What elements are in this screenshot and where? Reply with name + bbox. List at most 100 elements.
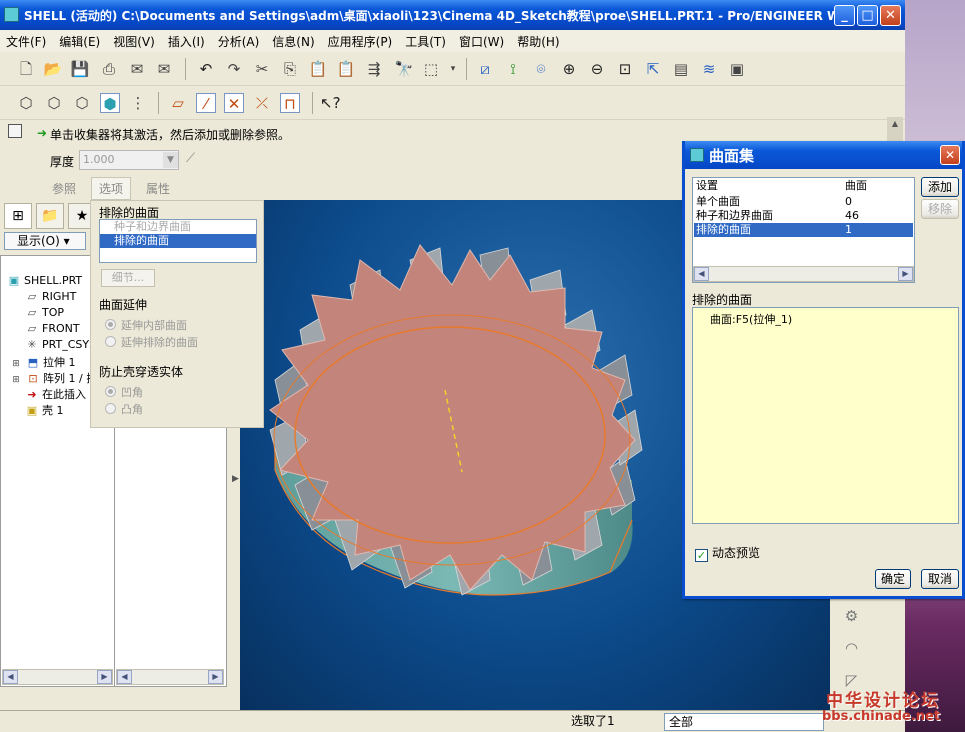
spin-center-icon[interactable]: ⟟ <box>503 59 523 79</box>
zoom-in-icon[interactable]: ⊕ <box>559 59 579 79</box>
dynamic-preview-checkbox[interactable]: ✓ 动态预览 <box>695 544 760 562</box>
scroll-left-icon[interactable]: ◀ <box>3 670 18 684</box>
tree-item-shell[interactable]: ▣ 壳 1 <box>25 402 64 418</box>
selection-filter[interactable]: 全部 <box>664 713 824 731</box>
hidden-line-icon[interactable]: ⬡ <box>44 93 64 113</box>
close-icon[interactable]: ✕ <box>940 145 960 165</box>
select-dropdown-icon[interactable]: ▾ <box>443 59 463 79</box>
tab-options[interactable]: 选项 <box>91 177 132 200</box>
orient-mode-icon[interactable]: ⌾ <box>531 59 551 79</box>
tree-item-csys[interactable]: ✳ PRT_CSYS <box>25 338 96 351</box>
find-icon[interactable]: 🔭 <box>394 59 414 79</box>
list-item[interactable]: 曲面:F5(拉伸_1) <box>710 311 792 327</box>
remove-button[interactable]: 移除 <box>921 199 959 219</box>
table-horizontal-scrollbar[interactable]: ◀ ▶ <box>693 266 914 282</box>
ok-button[interactable]: 确定 <box>875 569 911 589</box>
redo-icon[interactable]: ↷ <box>224 59 244 79</box>
print-icon[interactable]: ⎙ <box>99 59 119 79</box>
view-manager-icon[interactable]: ▣ <box>727 59 747 79</box>
round-icon[interactable]: ◠ <box>830 632 873 664</box>
tree-item-pattern[interactable]: ⊞ ⊡ 阵列 1 / 拉 <box>9 370 97 386</box>
cut-icon[interactable]: ✂ <box>252 59 272 79</box>
model-tree-tab-icon[interactable]: ⊞ <box>4 203 32 229</box>
excluded-surfaces-box[interactable]: 曲面:F5(拉伸_1) <box>692 307 959 524</box>
shading-icon[interactable]: ⬢ <box>100 93 120 113</box>
menu-edit[interactable]: 编辑(E) <box>59 33 100 50</box>
model-tree-icon[interactable]: ⋮ <box>128 93 148 113</box>
scroll-up-icon[interactable]: ▲ <box>887 117 903 131</box>
paste-icon[interactable]: 📋 <box>308 59 328 79</box>
menu-info[interactable]: 信息(N) <box>272 33 314 50</box>
menu-view[interactable]: 视图(V) <box>113 33 155 50</box>
wireframe-icon[interactable]: ⬡ <box>16 93 36 113</box>
select-box-icon[interactable]: ⬚ <box>421 59 441 79</box>
tree-item-part[interactable]: ▣ SHELL.PRT <box>7 274 82 287</box>
list-item-seed-boundary[interactable]: 种子和边界曲面 <box>100 220 256 234</box>
menu-window[interactable]: 窗口(W) <box>459 33 504 50</box>
table-row[interactable]: 种子和边界曲面 46 <box>694 209 913 223</box>
menu-help[interactable]: 帮助(H) <box>517 33 559 50</box>
datum-axis-icon[interactable]: ⁄ <box>196 93 216 113</box>
layers-icon[interactable]: ≋ <box>699 59 719 79</box>
tree-item-front[interactable]: ▱ FRONT <box>25 322 80 335</box>
extend-inner-radio[interactable]: 延伸内部曲面 <box>105 317 187 333</box>
zoom-out-icon[interactable]: ⊖ <box>587 59 607 79</box>
tab-references[interactable]: 参照 <box>52 180 76 197</box>
menu-insert[interactable]: 插入(I) <box>168 33 205 50</box>
table-row[interactable]: 单个曲面 0 <box>694 195 913 209</box>
expand-icon[interactable]: ⊞ <box>9 375 23 385</box>
show-dropdown[interactable]: 显示(O) ▾ <box>4 232 86 250</box>
menu-file[interactable]: 文件(F) <box>6 33 46 50</box>
scroll-right-icon[interactable]: ▶ <box>97 670 112 684</box>
saved-views-icon[interactable]: ▤ <box>671 59 691 79</box>
scroll-right-icon[interactable]: ▶ <box>898 267 913 281</box>
list-item-excluded[interactable]: 排除的曲面 <box>100 234 256 248</box>
cancel-button[interactable]: 取消 <box>921 569 959 589</box>
datum-plane-icon[interactable]: ▱ <box>168 93 188 113</box>
refit-icon[interactable]: ⊡ <box>615 59 635 79</box>
no-hidden-icon[interactable]: ⬡ <box>72 93 92 113</box>
scroll-left-icon[interactable]: ◀ <box>694 267 709 281</box>
scroll-right-icon[interactable]: ▶ <box>208 670 223 684</box>
menu-analysis[interactable]: 分析(A) <box>218 33 260 50</box>
datum-point-icon[interactable]: ✕ <box>224 93 244 113</box>
save-icon[interactable]: 💾 <box>70 59 90 79</box>
scroll-left-icon[interactable]: ◀ <box>117 670 132 684</box>
convex-radio[interactable]: 凸角 <box>105 401 143 417</box>
new-file-icon[interactable]: 🗋 <box>16 59 36 79</box>
email-icon[interactable]: ✉ <box>127 59 147 79</box>
expand-icon[interactable]: ⊞ <box>9 359 23 369</box>
tree-horizontal-scrollbar[interactable]: ◀ ▶ <box>2 669 113 685</box>
close-button[interactable]: ✕ <box>880 5 901 26</box>
extend-excluded-radio[interactable]: 延伸排除的曲面 <box>105 334 198 350</box>
table-row-selected[interactable]: 排除的曲面 1 <box>694 223 913 237</box>
tree-item-top[interactable]: ▱ TOP <box>25 306 64 319</box>
reorient-icon[interactable]: ⇱ <box>643 59 663 79</box>
regenerate-icon[interactable]: ⇶ <box>364 59 384 79</box>
details-button[interactable]: 细节... <box>101 269 155 287</box>
add-button[interactable]: 添加 <box>921 177 959 197</box>
draft-icon[interactable]: ⚙ <box>830 600 873 632</box>
csys-icon[interactable]: ⤫ <box>252 93 272 113</box>
menu-tools[interactable]: 工具(T) <box>405 33 446 50</box>
maximize-button[interactable]: □ <box>857 5 878 26</box>
tree-item-insert-here[interactable]: ➜ 在此插入 <box>25 386 86 402</box>
collapse-arrow-icon[interactable]: ▶ <box>232 474 239 484</box>
email-attach-icon[interactable]: ✉ <box>154 59 174 79</box>
excluded-surfaces-list[interactable]: 种子和边界曲面 排除的曲面 <box>99 219 257 263</box>
flip-direction-icon[interactable]: ⟋ <box>186 151 195 166</box>
tab-properties[interactable]: 属性 <box>146 180 170 197</box>
whats-this-icon[interactable]: ↖? <box>320 93 341 113</box>
annotation-icon[interactable]: ⊓ <box>280 93 300 113</box>
open-folder-icon[interactable]: 📂 <box>43 59 63 79</box>
repaint-icon[interactable]: ⧄ <box>475 59 495 79</box>
folder-browser-tab-icon[interactable]: 📁 <box>36 203 64 229</box>
minimize-button[interactable]: _ <box>834 5 855 26</box>
dashboard-toggle-icon[interactable] <box>8 124 22 138</box>
menu-applications[interactable]: 应用程序(P) <box>328 33 393 50</box>
columns-horizontal-scrollbar[interactable]: ◀ ▶ <box>116 669 224 685</box>
tree-item-extrude[interactable]: ⊞ ⬒ 拉伸 1 <box>9 354 75 370</box>
paste-special-icon[interactable]: 📋 <box>336 59 356 79</box>
chevron-down-icon[interactable]: ▼ <box>163 152 178 168</box>
tree-item-right[interactable]: ▱ RIGHT <box>25 290 77 303</box>
